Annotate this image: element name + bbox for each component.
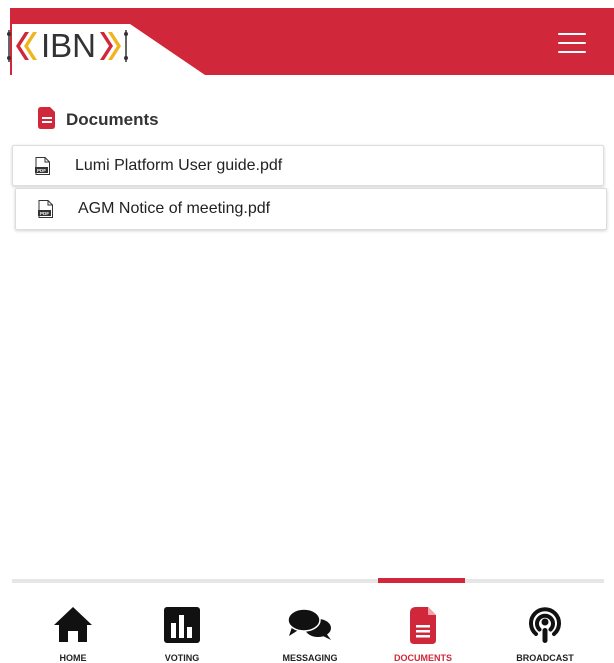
document-icon	[410, 607, 436, 644]
logo-text: IBN	[41, 27, 97, 64]
document-list-item[interactable]: PDF AGM Notice of meeting.pdf	[15, 188, 607, 230]
nav-voting[interactable]: VOTING	[132, 595, 232, 663]
broadcast-icon	[529, 607, 561, 643]
nav-broadcast[interactable]: BROADCAST	[495, 595, 595, 663]
document-icon	[38, 107, 55, 129]
nav-documents[interactable]: DOCUMENTS	[373, 595, 473, 663]
logo[interactable]: IBN	[5, 26, 132, 66]
pdf-file-icon: PDF	[38, 200, 53, 218]
pdf-file-icon: PDF	[35, 156, 50, 175]
svg-text:PDF: PDF	[37, 167, 46, 172]
hamburger-line	[558, 42, 586, 44]
chat-icon	[287, 608, 331, 640]
active-tab-indicator	[378, 578, 465, 583]
page-title: Documents	[66, 109, 159, 129]
hamburger-line	[558, 33, 586, 35]
home-icon	[54, 607, 92, 642]
hamburger-menu-button[interactable]	[558, 33, 586, 53]
document-list-item[interactable]: PDF Lumi Platform User guide.pdf	[12, 145, 604, 186]
nav-home[interactable]: HOME	[23, 595, 123, 663]
nav-label: MESSAGING	[282, 653, 338, 663]
nav-label: HOME	[59, 653, 87, 663]
nav-messaging[interactable]: MESSAGING	[260, 595, 360, 663]
bottom-nav-divider	[12, 579, 604, 583]
document-name: Lumi Platform User guide.pdf	[75, 156, 283, 174]
hamburger-line	[558, 51, 586, 53]
document-name: AGM Notice of meeting.pdf	[78, 200, 271, 217]
nav-label: DOCUMENTS	[394, 653, 452, 663]
logo-left-chevron-icon	[7, 30, 37, 62]
nav-label: BROADCAST	[516, 653, 574, 663]
nav-label: VOTING	[164, 653, 200, 663]
bar-chart-icon	[164, 607, 200, 643]
section-header: Documents	[38, 103, 159, 133]
svg-text:PDF: PDF	[40, 211, 49, 216]
logo-right-chevron-icon	[100, 30, 129, 62]
